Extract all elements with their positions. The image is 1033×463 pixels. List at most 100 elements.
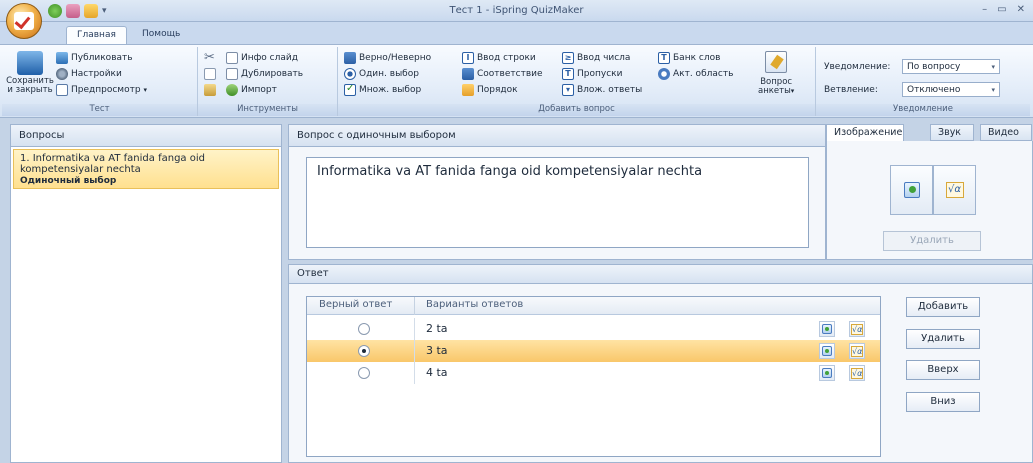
branching-select[interactable]: Отключено ▾ (902, 82, 1000, 97)
text-cursor-icon: I (462, 52, 474, 64)
import-button[interactable]: Импорт (226, 84, 277, 96)
numeric-button[interactable]: ≥ Ввод числа (562, 52, 630, 64)
fill-blanks-button[interactable]: T Пропуски (562, 68, 622, 80)
ribbon-group-tools: ✂ Инфо слайд Дублировать Импорт Инструме… (198, 47, 338, 116)
questions-panel-header: Вопросы (10, 124, 282, 147)
question-list-item[interactable]: 1. Informatika va AT fanida fanga oid ko… (13, 149, 279, 189)
multiple-choice-button[interactable]: Множ. выбор (344, 83, 421, 96)
move-down-button[interactable]: Вниз (906, 392, 980, 412)
answer-image-button[interactable] (819, 365, 835, 381)
window-controls: – ▭ ✕ (982, 4, 1025, 15)
radio-button-icon (344, 68, 356, 80)
cut-button[interactable]: ✂ (204, 50, 218, 66)
preview-icon (56, 84, 68, 96)
dropdown-icon: ▾ (562, 84, 574, 96)
table-row[interactable]: 3 ta √α (307, 340, 880, 362)
chevron-down-icon: ▾ (991, 62, 995, 71)
duplicate-button[interactable]: Дублировать (226, 68, 303, 80)
paste-button[interactable] (204, 84, 216, 96)
tab-home[interactable]: Главная (66, 26, 127, 44)
settings-button[interactable]: Настройки (56, 68, 122, 80)
media-panel: √α Удалить (826, 141, 1033, 260)
publish-button[interactable]: Публиковать (56, 52, 133, 64)
multiple-responses-button[interactable]: ▾ Влож. ответы (562, 84, 642, 96)
app-menu-button[interactable] (6, 3, 42, 39)
answer-formula-button[interactable]: √α (849, 343, 865, 359)
greater-than-icon: ≥ (562, 52, 574, 64)
notification-select[interactable]: По вопросу ▾ (902, 59, 1000, 74)
save-close-icon (17, 51, 43, 75)
sequence-icon (462, 84, 474, 96)
answer-formula-button[interactable]: √α (849, 365, 865, 381)
correct-answer-radio[interactable] (358, 345, 370, 357)
sequence-button[interactable]: Порядок (462, 84, 518, 96)
close-icon[interactable]: ✕ (1017, 4, 1025, 15)
answer-image-button[interactable] (819, 343, 835, 359)
image-icon (822, 368, 832, 378)
true-false-icon (344, 52, 356, 64)
maximize-icon[interactable]: ▭ (997, 4, 1006, 15)
tab-video[interactable]: Видео (980, 124, 1032, 141)
move-up-button[interactable]: Вверх (906, 360, 980, 380)
branching-label: Ветвление: (824, 84, 878, 95)
import-icon (226, 84, 238, 96)
text-t-icon: T (562, 68, 574, 80)
tab-sound[interactable]: Звук (930, 124, 974, 141)
info-slide-icon (226, 52, 238, 64)
tab-image[interactable]: Изображение (826, 124, 904, 141)
group-label-add-question: Добавить вопрос (338, 104, 815, 116)
chevron-down-icon: ▾ (143, 86, 148, 94)
answer-text[interactable]: 4 ta (426, 366, 448, 379)
column-correct-answer: Верный ответ (319, 299, 393, 310)
hotspot-button[interactable]: Акт. область (658, 68, 733, 80)
matching-button[interactable]: Соответствие (462, 68, 543, 80)
window-title: Тест 1 - iSpring QuizMaker (449, 5, 584, 16)
ribbon-group-notification: Уведомление: По вопросу ▾ Ветвление: Отк… (816, 47, 1030, 116)
delete-answer-button[interactable]: Удалить (906, 329, 980, 349)
answer-image-button[interactable] (819, 321, 835, 337)
formula-icon: √α (851, 323, 863, 335)
insert-formula-button[interactable]: √α (933, 165, 976, 215)
info-slide-button[interactable]: Инфо слайд (226, 52, 298, 64)
survey-question-button[interactable]: Вопрос анкеты▾ (758, 51, 794, 96)
tab-help[interactable]: Помощь (132, 26, 190, 44)
formula-icon: √α (945, 182, 964, 198)
question-title: Informatika va AT fanida fanga oid kompe… (20, 153, 205, 175)
preview-button[interactable]: Предпросмотр ▾ (56, 84, 147, 96)
question-text-input[interactable]: Informatika va AT fanida fanga oid kompe… (306, 157, 809, 248)
minimize-icon[interactable]: – (982, 4, 987, 15)
title-bar: ▾ Тест 1 - iSpring QuizMaker – ▭ ✕ (0, 0, 1033, 22)
chevron-down-icon: ▾ (991, 85, 995, 94)
table-row[interactable]: 4 ta √α (307, 362, 880, 384)
correct-answer-radio[interactable] (358, 323, 370, 335)
answer-formula-button[interactable]: √α (849, 321, 865, 337)
column-answer-options: Варианты ответов (426, 299, 524, 310)
single-choice-button[interactable]: Один. выбор (344, 68, 419, 80)
hotspot-target-icon (658, 68, 670, 80)
group-label-tools: Инструменты (198, 104, 337, 116)
image-icon (822, 346, 832, 356)
notification-row: Уведомление: По вопросу ▾ (824, 59, 1000, 74)
formula-icon: √α (851, 367, 863, 379)
branching-row: Ветвление: Отключено ▾ (824, 82, 1000, 97)
questions-list: 1. Informatika va AT fanida fanga oid ko… (10, 147, 282, 463)
add-answer-button[interactable]: Добавить (906, 297, 980, 317)
word-bank-button[interactable]: T Банк слов (658, 52, 720, 64)
answers-table: Верный ответ Варианты ответов 2 ta √α 3 … (306, 296, 881, 457)
answer-text[interactable]: 3 ta (426, 344, 448, 357)
copy-button[interactable] (204, 68, 216, 80)
table-row[interactable]: 2 ta √α (307, 318, 880, 340)
insert-image-button[interactable] (890, 165, 933, 215)
answers-table-header: Верный ответ Варианты ответов (307, 297, 880, 315)
answer-text[interactable]: 2 ta (426, 322, 448, 335)
scissors-icon: ✂ (204, 50, 215, 65)
notification-label: Уведомление: (824, 61, 891, 72)
true-false-button[interactable]: Верно/Неверно (344, 52, 431, 64)
correct-answer-radio[interactable] (358, 367, 370, 379)
answer-panel-header: Ответ (288, 264, 1033, 284)
save-close-button[interactable]: Сохранить и закрыть (6, 51, 54, 95)
duplicate-icon (226, 68, 238, 80)
type-in-button[interactable]: I Ввод строки (462, 52, 536, 64)
word-bank-icon: T (658, 52, 670, 64)
delete-media-button[interactable]: Удалить (883, 231, 981, 251)
